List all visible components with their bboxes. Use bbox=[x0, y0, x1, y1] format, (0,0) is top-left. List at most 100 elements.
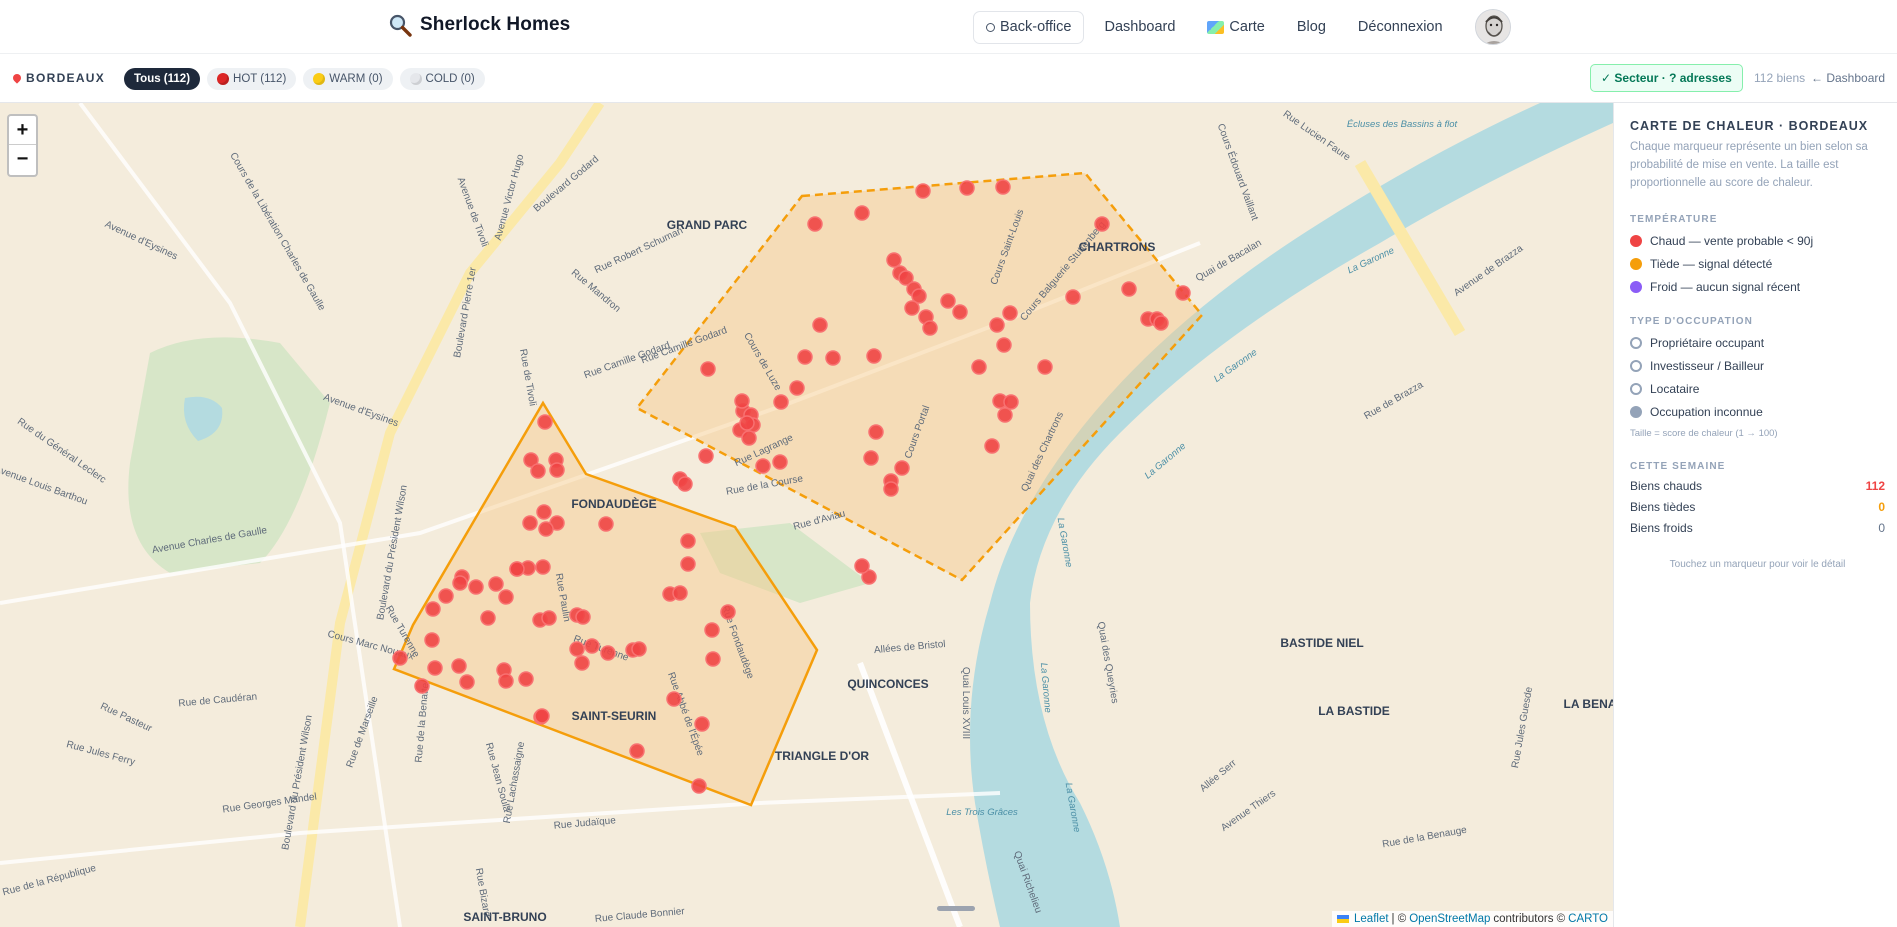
property-marker[interactable] bbox=[424, 632, 440, 648]
property-marker[interactable] bbox=[984, 438, 1000, 454]
property-marker[interactable] bbox=[995, 179, 1011, 195]
dashboard-back-link[interactable]: ← Dashboard bbox=[1811, 71, 1885, 85]
property-marker[interactable] bbox=[866, 348, 882, 364]
property-marker[interactable] bbox=[537, 414, 553, 430]
property-marker[interactable] bbox=[452, 575, 468, 591]
property-marker[interactable] bbox=[498, 673, 514, 689]
property-marker[interactable] bbox=[538, 521, 554, 537]
filter-cold-chip[interactable]: COLD (0) bbox=[399, 68, 485, 90]
property-marker[interactable] bbox=[575, 609, 591, 625]
property-marker[interactable] bbox=[825, 350, 841, 366]
property-marker[interactable] bbox=[904, 300, 920, 316]
property-marker[interactable] bbox=[1003, 394, 1019, 410]
property-marker[interactable] bbox=[509, 561, 525, 577]
property-marker[interactable] bbox=[971, 359, 987, 375]
property-marker[interactable] bbox=[459, 674, 475, 690]
property-marker[interactable] bbox=[704, 622, 720, 638]
property-marker[interactable] bbox=[789, 380, 805, 396]
property-marker[interactable] bbox=[498, 589, 514, 605]
property-marker[interactable] bbox=[698, 448, 714, 464]
property-marker[interactable] bbox=[772, 454, 788, 470]
property-marker[interactable] bbox=[549, 462, 565, 478]
property-marker[interactable] bbox=[672, 585, 688, 601]
property-marker[interactable] bbox=[854, 558, 870, 574]
property-marker[interactable] bbox=[997, 407, 1013, 423]
property-marker[interactable] bbox=[569, 641, 585, 657]
property-marker[interactable] bbox=[574, 655, 590, 671]
property-marker[interactable] bbox=[680, 556, 696, 572]
property-marker[interactable] bbox=[535, 559, 551, 575]
nav-carte[interactable]: Carte bbox=[1207, 19, 1265, 35]
property-marker[interactable] bbox=[691, 778, 707, 794]
property-marker[interactable] bbox=[922, 320, 938, 336]
property-marker[interactable] bbox=[868, 424, 884, 440]
property-marker[interactable] bbox=[797, 349, 813, 365]
filter-hot-chip[interactable]: HOT (112) bbox=[207, 68, 297, 90]
property-marker[interactable] bbox=[534, 708, 550, 724]
property-marker[interactable] bbox=[677, 476, 693, 492]
property-marker[interactable] bbox=[886, 252, 902, 268]
property-marker[interactable] bbox=[536, 504, 552, 520]
brand[interactable]: Sherlock Homes bbox=[388, 13, 570, 37]
property-marker[interactable] bbox=[1002, 305, 1018, 321]
property-marker[interactable] bbox=[915, 183, 931, 199]
property-marker[interactable] bbox=[438, 588, 454, 604]
leaflet-link[interactable]: Leaflet bbox=[1354, 913, 1389, 925]
property-marker[interactable] bbox=[863, 450, 879, 466]
property-marker[interactable] bbox=[392, 650, 408, 666]
property-marker[interactable] bbox=[741, 430, 757, 446]
filter-all-chip[interactable]: Tous (112) bbox=[124, 68, 201, 90]
property-marker[interactable] bbox=[959, 180, 975, 196]
property-marker[interactable] bbox=[680, 533, 696, 549]
property-marker[interactable] bbox=[666, 691, 682, 707]
property-marker[interactable] bbox=[425, 601, 441, 617]
property-marker[interactable] bbox=[480, 610, 496, 626]
heat-map[interactable]: GRAND PARC CHARTRONS FONDAUDÈGE SAINT-SEURI… bbox=[0, 103, 1613, 927]
property-marker[interactable] bbox=[773, 394, 789, 410]
osm-link[interactable]: OpenStreetMap bbox=[1409, 913, 1490, 925]
property-marker[interactable] bbox=[700, 361, 716, 377]
property-marker[interactable] bbox=[530, 463, 546, 479]
backoffice-button[interactable]: Back-office bbox=[973, 10, 1085, 44]
property-marker[interactable] bbox=[522, 515, 538, 531]
property-marker[interactable] bbox=[894, 460, 910, 476]
property-marker[interactable] bbox=[518, 671, 534, 687]
property-marker[interactable] bbox=[812, 317, 828, 333]
nav-dashboard[interactable]: Dashboard bbox=[1104, 19, 1175, 35]
property-marker[interactable] bbox=[488, 576, 504, 592]
property-marker[interactable] bbox=[739, 415, 755, 431]
property-marker[interactable] bbox=[584, 638, 600, 654]
property-marker[interactable] bbox=[940, 293, 956, 309]
property-marker[interactable] bbox=[996, 337, 1012, 353]
carto-link[interactable]: CARTO bbox=[1568, 913, 1608, 925]
property-marker[interactable] bbox=[598, 516, 614, 532]
property-marker[interactable] bbox=[1121, 281, 1137, 297]
property-marker[interactable] bbox=[427, 660, 443, 676]
property-marker[interactable] bbox=[952, 304, 968, 320]
property-marker[interactable] bbox=[451, 658, 467, 674]
property-marker[interactable] bbox=[1065, 289, 1081, 305]
property-marker[interactable] bbox=[1094, 216, 1110, 232]
property-marker[interactable] bbox=[600, 645, 616, 661]
property-marker[interactable] bbox=[1175, 285, 1191, 301]
property-marker[interactable] bbox=[883, 481, 899, 497]
property-marker[interactable] bbox=[629, 743, 645, 759]
drag-handle[interactable] bbox=[937, 906, 975, 911]
property-marker[interactable] bbox=[631, 641, 647, 657]
filter-warm-chip[interactable]: WARM (0) bbox=[303, 68, 393, 90]
property-marker[interactable] bbox=[694, 716, 710, 732]
property-marker[interactable] bbox=[468, 579, 484, 595]
property-marker[interactable] bbox=[734, 393, 750, 409]
property-marker[interactable] bbox=[755, 458, 771, 474]
nav-logout[interactable]: Déconnexion bbox=[1358, 19, 1443, 35]
property-marker[interactable] bbox=[705, 651, 721, 667]
property-marker[interactable] bbox=[1153, 315, 1169, 331]
property-marker[interactable] bbox=[1037, 359, 1053, 375]
property-marker[interactable] bbox=[854, 205, 870, 221]
property-marker[interactable] bbox=[414, 678, 430, 694]
property-marker[interactable] bbox=[541, 610, 557, 626]
avatar[interactable] bbox=[1475, 9, 1511, 45]
property-marker[interactable] bbox=[807, 216, 823, 232]
zoom-out-button[interactable]: − bbox=[9, 145, 36, 174]
nav-blog[interactable]: Blog bbox=[1297, 19, 1326, 35]
